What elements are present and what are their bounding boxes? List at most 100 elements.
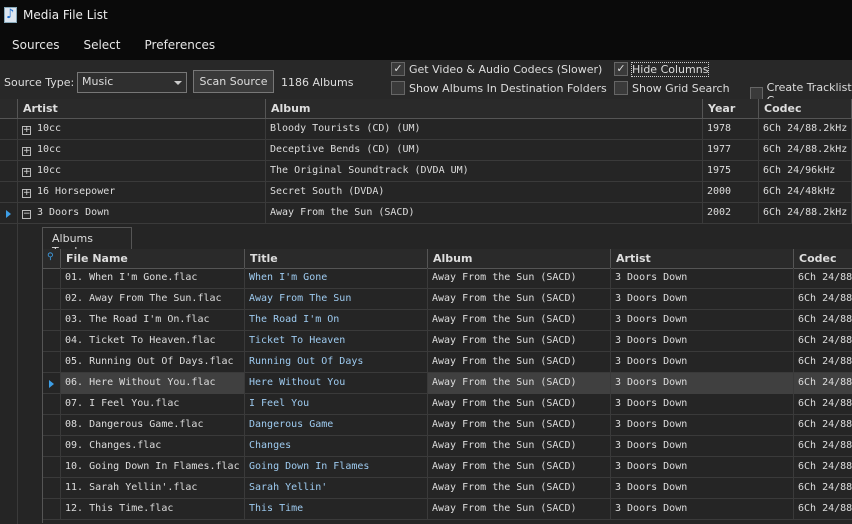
album-count: 1186 Albums [281, 76, 354, 89]
cell-text: 10cc [37, 123, 62, 134]
row-indicator [43, 499, 61, 520]
row-indicator [43, 310, 61, 331]
cell-text: 6Ch 24/48kHz [763, 186, 836, 197]
source-type-value: Music [82, 75, 114, 88]
column-header-file-name[interactable]: File Name [61, 249, 245, 269]
track-row[interactable]: 12. This Time.flac This Time Away From the… [43, 499, 852, 520]
row-indicator [43, 478, 61, 499]
album-row[interactable]: +10cc Bloody Tourists (CD) (UM) 1978 6Ch 24… [0, 119, 852, 140]
tracks-grid: ⚲ File Name Title Album Artist Codec 01. When … [42, 249, 852, 523]
cell-file-name: 06. Here Without You.flac [61, 373, 245, 394]
cell-text: 10cc [37, 144, 62, 155]
cell-codec: 6Ch 24/88 [794, 289, 852, 310]
expand-icon[interactable]: + [22, 126, 31, 135]
hide-columns-checkbox[interactable]: ✓ Hide Columns [614, 61, 710, 77]
track-row[interactable]: 10. Going Down In Flames.flac Going Down … [43, 457, 852, 478]
cell-codec: 6Ch 24/88 [794, 331, 852, 352]
checkbox-icon: ✓ [391, 62, 405, 76]
cell-album: Away From the Sun (SACD) [428, 289, 611, 310]
cell-artist: 3 Doors Down [611, 499, 794, 520]
track-row[interactable]: 11. Sarah Yellin'.flac Sarah Yellin' Away … [43, 478, 852, 499]
cell-text: 2002 [707, 207, 732, 218]
column-header-artist[interactable]: Artist [18, 99, 266, 119]
cell-year: 1978 [703, 119, 759, 140]
row-indicator [43, 352, 61, 373]
source-type-select[interactable]: Music [77, 72, 187, 93]
cell-year: 2000 [703, 182, 759, 203]
current-row-icon [6, 210, 11, 218]
cell-title: Going Down In Flames [245, 457, 428, 478]
expand-icon[interactable]: + [22, 189, 31, 198]
cell-codec: 6Ch 24/88 [794, 436, 852, 457]
column-header-year[interactable]: Year [703, 99, 759, 119]
get-codecs-checkbox[interactable]: ✓ Get Video & Audio Codecs (Slower) [391, 62, 602, 76]
cell-file-name: 04. Ticket To Heaven.flac [61, 331, 245, 352]
cell-codec: 6Ch 24/88 [794, 268, 852, 289]
cell-text: 16 Horsepower [37, 186, 116, 197]
track-row[interactable]: 09. Changes.flac Changes Away From the Sun… [43, 436, 852, 457]
cell-artist: +10cc [18, 161, 266, 182]
column-header-album[interactable]: Album [428, 249, 611, 269]
show-grid-search-checkbox[interactable]: Show Grid Search [614, 81, 730, 95]
cell-artist: +16 Horsepower [18, 182, 266, 203]
cell-file-name: 03. The Road I'm On.flac [61, 310, 245, 331]
row-indicator [43, 415, 61, 436]
track-row[interactable]: 03. The Road I'm On.flac The Road I'm On A… [43, 310, 852, 331]
track-row[interactable]: 07. I Feel You.flac I Feel You Away From t… [43, 394, 852, 415]
row-indicator [0, 161, 18, 182]
track-row[interactable]: 06. Here Without You.flac Here Without Yo… [43, 373, 852, 394]
scan-source-button[interactable]: Scan Source [193, 70, 274, 93]
track-row[interactable]: 02. Away From The Sun.flac Away From The … [43, 289, 852, 310]
window-title: Media File List [23, 8, 108, 22]
album-row[interactable]: −3 Doors Down Away From the Sun (SACD) 200… [0, 203, 852, 224]
row-indicator [43, 331, 61, 352]
cell-year: 2002 [703, 203, 759, 224]
cell-file-name: 09. Changes.flac [61, 436, 245, 457]
tab-albums-tracks[interactable]: Albums Tracks [42, 227, 132, 258]
cell-artist: 3 Doors Down [611, 436, 794, 457]
track-row[interactable]: 05. Running Out Of Days.flac Running Out … [43, 352, 852, 373]
checkbox-label: Show Albums In Destination Folders [409, 81, 607, 95]
column-header-artist[interactable]: Artist [611, 249, 794, 269]
cell-file-name: 07. I Feel You.flac [61, 394, 245, 415]
cell-text: 10cc [37, 165, 62, 176]
checkbox-icon [391, 81, 405, 95]
album-row[interactable]: +10cc Deceptive Bends (CD) (UM) 1977 6Ch 24… [0, 140, 852, 161]
column-header-album[interactable]: Album [266, 99, 703, 119]
cell-album: Away From the Sun (SACD) [428, 268, 611, 289]
expand-icon[interactable]: + [22, 168, 31, 177]
checkbox-label: Show Grid Search [632, 81, 730, 95]
menu-preferences[interactable]: Preferences [133, 38, 228, 52]
album-row[interactable]: +10cc The Original Soundtrack (DVDA UM) 19… [0, 161, 852, 182]
track-row[interactable]: 08. Dangerous Game.flac Dangerous Game Awa… [43, 415, 852, 436]
cell-codec: 6Ch 24/88.2kHz [759, 203, 852, 224]
show-albums-dest-checkbox[interactable]: Show Albums In Destination Folders [391, 81, 607, 95]
cell-title: The Road I'm On [245, 310, 428, 331]
cell-title: I Feel You [245, 394, 428, 415]
cell-text: Bloody Tourists (CD) (UM) [270, 123, 421, 134]
cell-album: Deceptive Bends (CD) (UM) [266, 140, 703, 161]
grid-search-button[interactable]: ⚲ [43, 249, 61, 269]
title-bar: Media File List [0, 0, 852, 30]
track-row[interactable]: 04. Ticket To Heaven.flac Ticket To Heave… [43, 331, 852, 352]
row-indicator [43, 394, 61, 415]
cell-artist: 3 Doors Down [611, 373, 794, 394]
column-header-codec[interactable]: Codec [759, 99, 852, 119]
expand-icon[interactable]: + [22, 147, 31, 156]
cell-codec: 6Ch 24/88 [794, 373, 852, 394]
album-row[interactable]: +16 Horsepower Secret South (DVDA) 2000 6Ch… [0, 182, 852, 203]
cell-file-name: 05. Running Out Of Days.flac [61, 352, 245, 373]
cell-codec: 6Ch 24/88 [794, 415, 852, 436]
app-music-icon [4, 7, 17, 23]
menu-sources[interactable]: Sources [0, 38, 71, 52]
column-header-title[interactable]: Title [245, 249, 428, 269]
track-row[interactable]: 01. When I'm Gone.flac When I'm Gone Away … [43, 268, 852, 289]
row-header-corner [0, 99, 18, 119]
collapse-icon[interactable]: − [22, 210, 31, 219]
cell-text: 1977 [707, 144, 732, 155]
menu-select[interactable]: Select [71, 38, 132, 52]
cell-codec: 6Ch 24/48kHz [759, 182, 852, 203]
cell-album: Away From the Sun (SACD) [428, 457, 611, 478]
chevron-down-icon [174, 81, 182, 85]
column-header-codec[interactable]: Codec [794, 249, 852, 269]
